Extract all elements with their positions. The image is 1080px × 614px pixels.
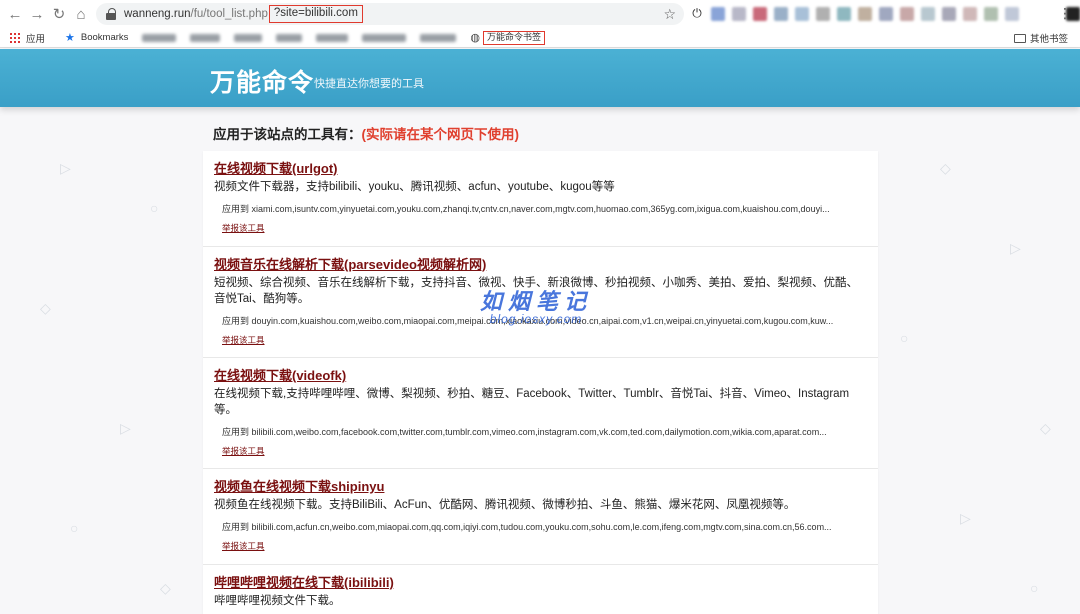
folder-icon [1013, 33, 1026, 43]
extension-icon[interactable] [732, 6, 746, 21]
extension-icon[interactable] [984, 6, 998, 21]
tool-title-link[interactable]: 视频音乐在线解析下载(parsevideo视频解析网) [214, 256, 486, 274]
blurred-bookmark[interactable] [190, 33, 221, 42]
extension-icon[interactable] [753, 6, 767, 21]
report-tool-link[interactable]: 举报该工具 [214, 541, 867, 560]
address-bar[interactable]: wanneng.run/fu/tool_list.php ?site=bilibi… [96, 3, 684, 25]
tool-description: 视频文件下载器，支持bilibili、youku、腾讯视频、acfun、yout… [214, 181, 615, 193]
circle-deco-icon: ○ [150, 200, 159, 216]
tool-description: 在线视频下载,支持哔哩哔哩、微博、梨视频、秒拍、糖豆、Facebook、Twit… [214, 388, 850, 416]
bookmarks-folder[interactable]: Bookmarks [81, 32, 129, 43]
triangle-deco-icon: ▷ [60, 160, 71, 176]
extension-icon[interactable] [900, 6, 914, 21]
bookmark-star-icon[interactable]: ☆ [663, 6, 676, 23]
tool-title-link[interactable]: 视频鱼在线视频下载shipinyu [214, 478, 384, 496]
extension-icon[interactable] [879, 6, 893, 21]
extensions-area: ⏻ [690, 6, 1080, 21]
circle-deco-icon: ○ [1030, 580, 1039, 596]
triangle-deco-icon: ▷ [960, 510, 971, 526]
site-title[interactable]: 万能命令 [210, 63, 314, 99]
bookmarks-bar: 应用 ★ Bookmarks ◍ 万能命令书签 其他书签 [0, 28, 1080, 48]
tool-sites: 应用到 douyin.com,kuaishou.com,weibo.com,mi… [222, 316, 834, 326]
extension-icon[interactable] [963, 6, 977, 21]
circle-deco-icon: ○ [900, 330, 909, 346]
tool-sites: 应用到 bilibili.com,acfun.cn,weibo.com,miao… [222, 522, 832, 532]
url-host: wanneng.run [124, 8, 191, 20]
extension-icon[interactable] [942, 6, 956, 21]
lock-icon [106, 8, 116, 20]
other-bookmarks-label: 其他书签 [1029, 34, 1068, 45]
url-path: /fu/tool_list.php [190, 8, 268, 20]
blurred-bookmark[interactable] [142, 33, 177, 42]
circle-deco-icon: ○ [70, 520, 79, 536]
extension-icon[interactable] [795, 6, 809, 21]
extension-icon[interactable] [837, 6, 851, 21]
blurred-bookmark[interactable] [362, 33, 407, 42]
reload-icon[interactable]: ↻ [48, 3, 70, 25]
tool-description: 短视频、综合视频、音乐在线解析下载，支持抖音、微视、快手、新浪微博、秒拍视频、小… [214, 277, 858, 305]
blurred-bookmark[interactable] [316, 33, 349, 42]
report-tool-link[interactable]: 举报该工具 [214, 446, 867, 465]
browser-toolbar: ← → ↻ ⌂ wanneng.run/fu/tool_list.php ?sit… [0, 0, 1080, 28]
tool-description: 视频鱼在线视频下载。支持BiliBili、AcFun、优酷网、腾讯视频、微博秒拍… [214, 499, 796, 511]
apps-bookmark[interactable]: 应用 [26, 31, 45, 45]
back-icon[interactable]: ← [4, 3, 26, 25]
blurred-bookmark[interactable] [234, 33, 263, 42]
tool-list: 在线视频下载(urlgot) 视频文件下载器，支持bilibili、youku、… [203, 151, 878, 614]
report-tool-link[interactable]: 举报该工具 [214, 335, 867, 354]
globe-icon: ◍ [470, 32, 481, 44]
extension-icon[interactable] [774, 6, 788, 21]
power-icon[interactable]: ⏻ [690, 6, 704, 21]
blurred-bookmark[interactable] [276, 33, 303, 42]
tool-card: 视频音乐在线解析下载(parsevideo视频解析网) 短视频、综合视频、音乐在… [203, 247, 878, 358]
section-heading: 应用于该站点的工具有：(实际请在某个网页下使用) [213, 123, 519, 143]
page-banner: 万能命令 快捷直达你想要的工具 [0, 49, 1080, 107]
url-query-highlight: ?site=bilibili.com [268, 5, 363, 23]
extension-icon[interactable] [1005, 6, 1019, 21]
triangle-deco-icon: ▷ [1010, 240, 1021, 256]
diamond-deco-icon: ◇ [940, 160, 951, 176]
tool-card: 哔哩哔哩视频在线下载(ibilibili) 哔哩哔哩视频文件下载。 [203, 565, 878, 614]
diamond-deco-icon: ◇ [40, 300, 51, 316]
tool-sites: 应用到 xiami.com,isuntv.com,yinyuetai.com,y… [222, 204, 830, 214]
tool-title-link[interactable]: 在线视频下载(urlgot) [214, 160, 337, 178]
tool-description: 哔哩哔哩视频文件下载。 [214, 595, 341, 607]
extension-icon[interactable] [816, 6, 830, 21]
tool-card: 视频鱼在线视频下载shipinyu 视频鱼在线视频下载。支持BiliBili、A… [203, 469, 878, 565]
diamond-deco-icon: ◇ [160, 580, 171, 596]
section-heading-text: 应用于该站点的工具有： [213, 127, 362, 142]
tool-title-link[interactable]: 哔哩哔哩视频在线下载(ibilibili) [214, 574, 394, 592]
menu-dots-icon[interactable]: ⋮ [1058, 5, 1072, 22]
section-note: (实际请在某个网页下使用) [361, 127, 520, 142]
extension-icon[interactable] [858, 6, 872, 21]
tool-card: 在线视频下载(videofk) 在线视频下载,支持哔哩哔哩、微博、梨视频、秒拍、… [203, 358, 878, 469]
home-icon[interactable]: ⌂ [70, 3, 92, 25]
apps-grid-icon[interactable] [10, 32, 20, 43]
wanneng-bookmark[interactable]: 万能命令书签 [483, 30, 546, 45]
site-subtitle: 快捷直达你想要的工具 [314, 78, 424, 90]
report-tool-link[interactable]: 举报该工具 [214, 223, 867, 242]
tool-sites: 应用到 bilibili.com,weibo.com,facebook.com,… [222, 427, 827, 437]
tool-card: 在线视频下载(urlgot) 视频文件下载器，支持bilibili、youku、… [203, 151, 878, 247]
other-bookmarks[interactable]: 其他书签 [1013, 31, 1068, 45]
extension-icon[interactable] [921, 6, 935, 21]
tool-title-link[interactable]: 在线视频下载(videofk) [214, 367, 346, 385]
forward-icon[interactable]: → [26, 3, 48, 25]
triangle-deco-icon: ▷ [120, 420, 131, 436]
extension-icon[interactable] [711, 6, 725, 21]
blurred-bookmark[interactable] [420, 33, 457, 42]
bookmarks-star-icon: ★ [65, 32, 75, 44]
diamond-deco-icon: ◇ [1040, 420, 1051, 436]
